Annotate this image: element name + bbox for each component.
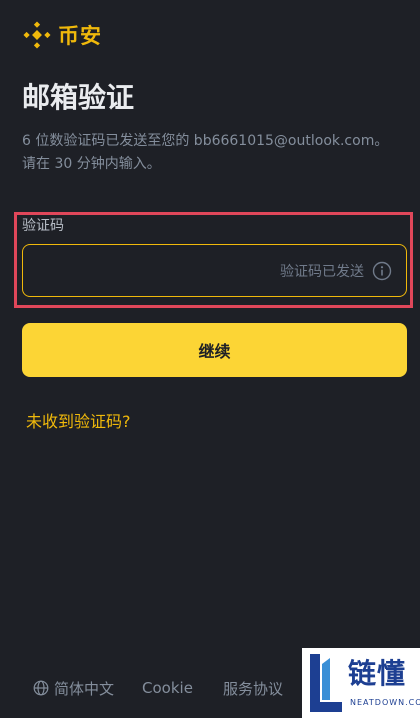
language-label: 简体中文 (54, 679, 115, 698)
brand-logo: 币安 (22, 20, 102, 50)
language-selector[interactable]: 简体中文 (33, 678, 114, 699)
verification-code-input[interactable] (23, 245, 280, 296)
page-title: 邮箱验证 (22, 81, 135, 114)
info-circle-icon[interactable] (372, 261, 392, 281)
watermark-logo-icon (310, 654, 342, 712)
watermark-text: 链懂 (348, 657, 407, 690)
code-sent-status: 验证码已发送 (280, 263, 364, 280)
resend-code-link[interactable]: 未收到验证码? (26, 410, 131, 434)
code-input-container[interactable]: 验证码已发送 (22, 244, 407, 297)
verification-description: 6 位数验证码已发送至您的 bb6661015@outlook.com。 请在 … (22, 130, 402, 176)
watermark: 链懂 NEATDOWN.COM (302, 648, 420, 718)
watermark-url: NEATDOWN.COM (350, 698, 420, 707)
footer: 简体中文 Cookie 服务协议 (33, 676, 283, 700)
cookie-link[interactable]: Cookie (142, 679, 193, 697)
code-field-label: 验证码 (22, 218, 64, 234)
description-line-2: 请在 30 分钟内输入。 (22, 156, 161, 172)
globe-icon (33, 680, 49, 696)
continue-button[interactable]: 继续 (22, 323, 407, 377)
binance-logo-icon (23, 21, 51, 49)
verification-page: 币安 邮箱验证 6 位数验证码已发送至您的 bb6661015@outlook.… (0, 0, 420, 718)
description-line-1: 6 位数验证码已发送至您的 bb6661015@outlook.com。 (22, 133, 389, 149)
brand-name: 币安 (58, 24, 102, 48)
terms-link[interactable]: 服务协议 (223, 678, 283, 699)
